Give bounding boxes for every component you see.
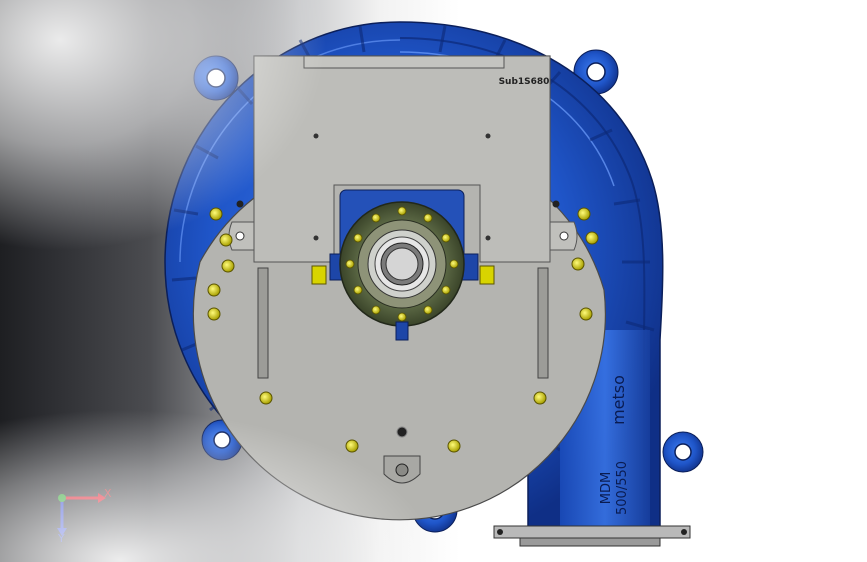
triad-x-label: X [104,487,112,500]
part-number-label: Sub1S680 [499,77,550,87]
pump-model[interactable]: metso MDM 500/550 Sub1S680 [0,0,867,562]
coordinate-triad [57,493,106,536]
brand-mark-text: metso [609,375,628,425]
model-label-line2: 500/550 [615,461,630,515]
triad-y-label: Y [58,532,65,545]
model-label-line1: MDM [599,472,614,504]
cad-viewport[interactable]: metso MDM 500/550 Sub1S680 X Y [0,0,867,562]
casing-brand: metso [609,375,628,425]
